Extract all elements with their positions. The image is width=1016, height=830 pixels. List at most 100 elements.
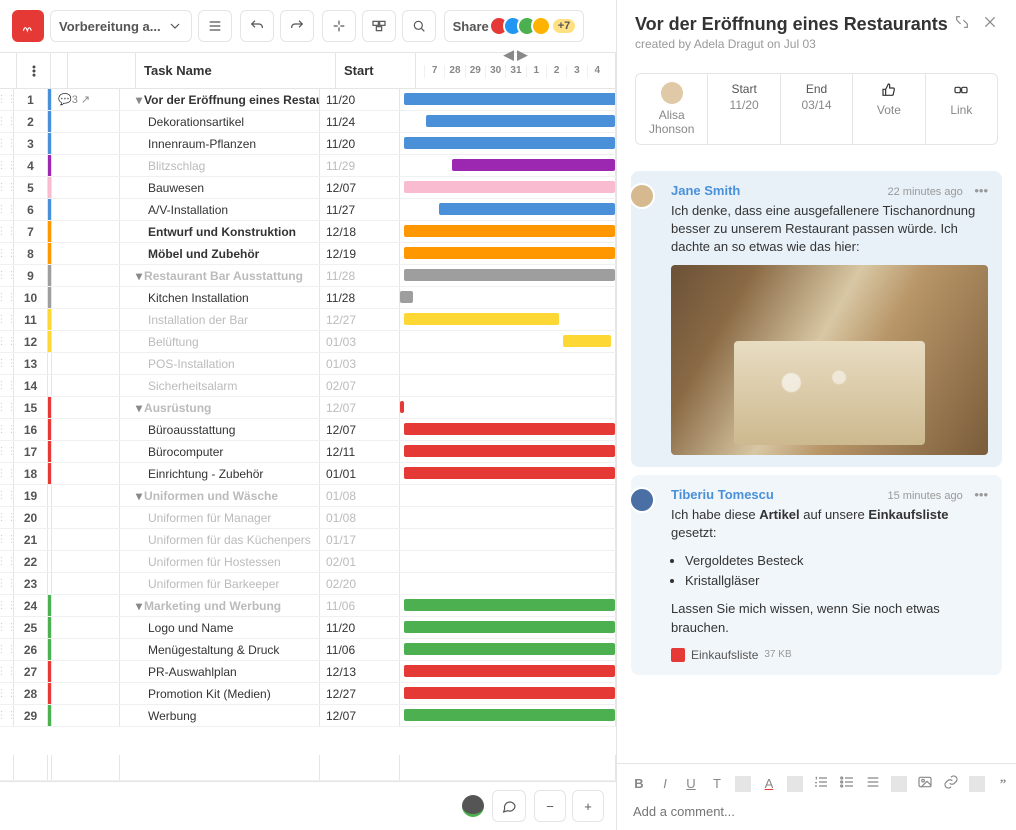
- start-cell[interactable]: 12/13: [320, 661, 400, 682]
- task-name-cell[interactable]: Uniformen für Barkeeper: [120, 573, 320, 594]
- task-row[interactable]: ⋮⋮14Sicherheitsalarm02/07: [0, 375, 616, 397]
- start-cell[interactable]: 12/18: [320, 221, 400, 242]
- meta-assignee[interactable]: Alisa Jhonson: [636, 74, 708, 144]
- drag-handle[interactable]: ⋮⋮: [0, 507, 14, 528]
- task-row[interactable]: ⋮⋮9▾ Restaurant Bar Ausstattung11/28: [0, 265, 616, 287]
- start-cell[interactable]: 01/17: [320, 529, 400, 550]
- drag-handle[interactable]: ⋮⋮: [0, 639, 14, 660]
- task-row[interactable]: ⋮⋮18Einrichtung - Zubehör01/01: [0, 463, 616, 485]
- gantt-cell[interactable]: [400, 441, 616, 462]
- comment-author[interactable]: Tiberiu Tomescu: [671, 487, 774, 502]
- gantt-cell[interactable]: [400, 661, 616, 682]
- gantt-bar[interactable]: [404, 687, 615, 699]
- row-icons[interactable]: [52, 705, 120, 726]
- start-cell[interactable]: 11/27: [320, 199, 400, 220]
- gantt-cell[interactable]: [400, 309, 616, 330]
- close-button[interactable]: [982, 14, 998, 35]
- task-row[interactable]: ⋮⋮6A/V-Installation11/27: [0, 199, 616, 221]
- text-button[interactable]: T: [709, 776, 725, 791]
- insert-button[interactable]: [322, 10, 356, 42]
- drag-handle[interactable]: ⋮⋮: [0, 331, 14, 352]
- gantt-cell[interactable]: [400, 507, 616, 528]
- image-button[interactable]: [917, 774, 933, 793]
- task-row[interactable]: ⋮⋮13POS-Installation01/03: [0, 353, 616, 375]
- drag-handle[interactable]: ⋮⋮: [0, 529, 14, 550]
- gantt-bar[interactable]: [404, 269, 615, 281]
- task-row[interactable]: ⋮⋮16Büroausstattung12/07: [0, 419, 616, 441]
- gantt-cell[interactable]: [400, 243, 616, 264]
- menu-button[interactable]: [198, 10, 232, 42]
- row-icons[interactable]: [52, 507, 120, 528]
- drag-handle[interactable]: ⋮⋮: [0, 617, 14, 638]
- gantt-cell[interactable]: [400, 177, 616, 198]
- zoom-in-button[interactable]: +: [572, 790, 604, 822]
- task-row[interactable]: ⋮⋮23Uniformen für Barkeeper02/20: [0, 573, 616, 595]
- italic-button[interactable]: I: [657, 776, 673, 791]
- gantt-cell[interactable]: [400, 683, 616, 704]
- start-col-header[interactable]: Start: [336, 53, 416, 88]
- row-icons[interactable]: [52, 595, 120, 616]
- drag-handle[interactable]: ⋮⋮: [0, 287, 14, 308]
- drag-handle[interactable]: ⋮⋮: [0, 573, 14, 594]
- redo-button[interactable]: [280, 10, 314, 42]
- task-row[interactable]: ⋮⋮27PR-Auswahlplan12/13: [0, 661, 616, 683]
- task-row[interactable]: ⋮⋮1💬3 ↗▾ Vor der Eröffnung eines Restau1…: [0, 89, 616, 111]
- task-name-cell[interactable]: Logo und Name: [120, 617, 320, 638]
- gantt-cell[interactable]: [400, 639, 616, 660]
- meta-end[interactable]: End 03/14: [781, 74, 853, 144]
- row-icons[interactable]: [52, 265, 120, 286]
- row-icons[interactable]: [52, 639, 120, 660]
- comment-author[interactable]: Jane Smith: [671, 183, 740, 198]
- start-cell[interactable]: 01/01: [320, 463, 400, 484]
- task-name-cell[interactable]: Kitchen Installation: [120, 287, 320, 308]
- start-cell[interactable]: 01/08: [320, 507, 400, 528]
- task-name-cell[interactable]: Einrichtung - Zubehör: [120, 463, 320, 484]
- row-icons[interactable]: [52, 375, 120, 396]
- gantt-bar[interactable]: [404, 599, 615, 611]
- row-menu-button[interactable]: [17, 53, 51, 88]
- start-cell[interactable]: 01/03: [320, 353, 400, 374]
- meta-vote[interactable]: Vote: [853, 74, 925, 144]
- task-name-cell[interactable]: ▾ Vor der Eröffnung eines Restau: [120, 89, 320, 110]
- task-row[interactable]: ⋮⋮10Kitchen Installation11/28: [0, 287, 616, 309]
- color-button[interactable]: A: [761, 776, 777, 791]
- task-name-cell[interactable]: Sicherheitsalarm: [120, 375, 320, 396]
- task-name-cell[interactable]: Werbung: [120, 705, 320, 726]
- start-cell[interactable]: 02/07: [320, 375, 400, 396]
- task-row[interactable]: ⋮⋮2Dekorationsartikel11/24: [0, 111, 616, 133]
- gantt-bar[interactable]: [404, 665, 615, 677]
- task-row[interactable]: ⋮⋮8Möbel und Zubehör12/19: [0, 243, 616, 265]
- drag-handle[interactable]: ⋮⋮: [0, 111, 14, 132]
- drag-handle[interactable]: ⋮⋮: [0, 661, 14, 682]
- drag-handle[interactable]: ⋮⋮: [0, 441, 14, 462]
- start-cell[interactable]: 11/20: [320, 617, 400, 638]
- start-cell[interactable]: 01/08: [320, 485, 400, 506]
- undo-button[interactable]: [240, 10, 274, 42]
- gantt-bar[interactable]: [404, 93, 616, 105]
- row-icons[interactable]: [52, 133, 120, 154]
- task-name-cell[interactable]: PR-Auswahlplan: [120, 661, 320, 682]
- gantt-cell[interactable]: [400, 485, 616, 506]
- drag-handle[interactable]: ⋮⋮: [0, 199, 14, 220]
- row-icons[interactable]: [52, 397, 120, 418]
- gantt-bar[interactable]: [563, 335, 610, 347]
- task-row[interactable]: ⋮⋮7Entwurf und Konstruktion12/18: [0, 221, 616, 243]
- quote-button[interactable]: ”: [995, 776, 1011, 792]
- row-icons[interactable]: [52, 551, 120, 572]
- task-name-cell[interactable]: Belüftung: [120, 331, 320, 352]
- start-cell[interactable]: 12/07: [320, 705, 400, 726]
- task-row[interactable]: ⋮⋮20Uniformen für Manager01/08: [0, 507, 616, 529]
- task-name-cell[interactable]: Menügestaltung & Druck: [120, 639, 320, 660]
- gantt-bar[interactable]: [426, 115, 615, 127]
- gantt-cell[interactable]: [400, 133, 616, 154]
- start-cell[interactable]: 12/11: [320, 441, 400, 462]
- gantt-cell[interactable]: [400, 89, 616, 110]
- numbered-list-button[interactable]: [813, 774, 829, 793]
- task-name-cell[interactable]: Uniformen für das Küchenpers: [120, 529, 320, 550]
- drag-handle[interactable]: ⋮⋮: [0, 463, 14, 484]
- start-cell[interactable]: 11/06: [320, 639, 400, 660]
- drag-handle[interactable]: ⋮⋮: [0, 595, 14, 616]
- gantt-cell[interactable]: [400, 595, 616, 616]
- task-name-cell[interactable]: Installation der Bar: [120, 309, 320, 330]
- task-row[interactable]: ⋮⋮17Bürocomputer12/11: [0, 441, 616, 463]
